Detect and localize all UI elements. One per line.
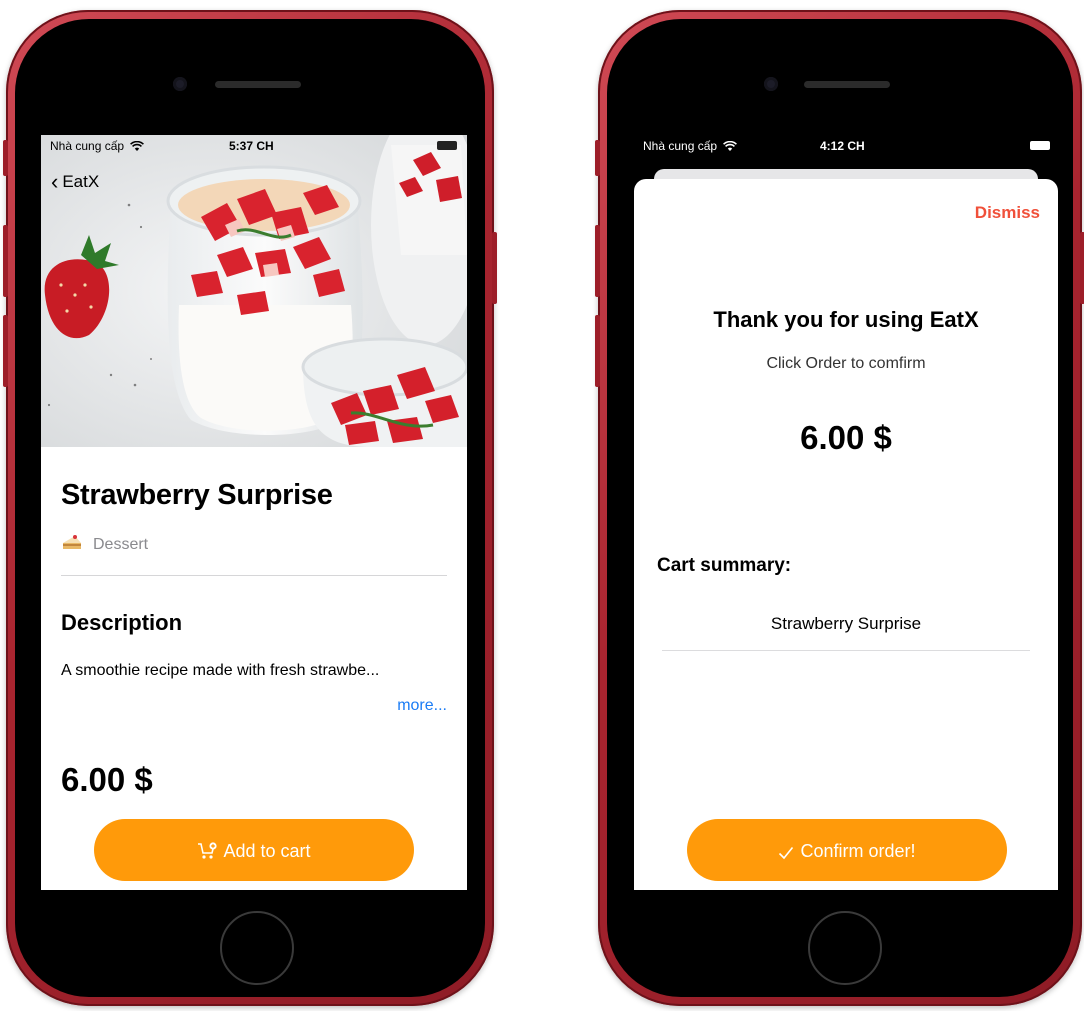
clock-label: 4:12 CH [820,139,865,153]
right-phone-frame: Nhà cung cấp 4:12 CH Dismiss Thank you f… [595,10,1084,1006]
wifi-icon [723,141,738,152]
battery-icon [1030,141,1050,150]
order-total: 6.00 $ [800,419,892,456]
wifi-icon [130,141,145,152]
description-heading: Description [61,610,183,635]
food-image [41,135,467,447]
carrier-label: Nhà cung cấp [643,139,718,153]
dismiss-button[interactable]: Dismiss [975,203,1040,223]
order-confirmation-screen: Nhà cung cấp 4:12 CH Dismiss Thank you f… [634,135,1058,890]
back-label: EatX [62,172,100,191]
phone-bezel: Nhà cung cấp 5:37 CH ‹ EatX Strawberry Su… [15,19,485,997]
description-text: A smoothie recipe made with fresh strawb… [61,662,380,679]
confirm-order-label: Confirm order! [800,841,916,861]
checkmark-icon [779,846,794,860]
confirm-instruction: Click Order to comfirm [766,355,926,372]
power-button [492,232,497,304]
category-row: Dessert [61,533,148,554]
chevron-left-icon: ‹ [51,169,59,194]
confirm-order-button[interactable]: Confirm order! [687,819,1007,881]
category-label: Dessert [93,536,149,553]
status-bar: Nhà cung cấp 4:12 CH [634,135,1058,157]
status-bar: Nhà cung cấp 5:37 CH [41,135,467,157]
phone-bezel: Nhà cung cấp 4:12 CH Dismiss Thank you f… [607,19,1073,997]
clock-label: 5:37 CH [229,139,274,153]
food-title: Strawberry Surprise [61,479,333,511]
cake-icon [63,535,81,549]
divider [61,575,447,576]
earpiece-speaker [804,81,890,88]
home-button[interactable] [220,911,294,985]
earpiece-speaker [215,81,301,88]
left-phone-frame: Nhà cung cấp 5:37 CH ‹ EatX Strawberry Su… [3,10,497,1006]
volume-down-button [595,315,600,387]
mute-switch [3,140,8,176]
back-button[interactable]: ‹ EatX [51,169,99,195]
volume-up-button [595,225,600,297]
cart-summary-heading: Cart summary: [657,555,792,576]
thank-you-heading: Thank you for using EatX [713,307,979,332]
mute-switch [595,140,600,176]
food-detail-screen: Nhà cung cấp 5:37 CH ‹ EatX Strawberry Su… [41,135,467,890]
more-link[interactable]: more... [397,697,447,715]
home-button[interactable] [808,911,882,985]
price-label: 6.00 $ [61,761,153,798]
volume-up-button [3,225,8,297]
carrier-label: Nhà cung cấp [50,139,125,153]
order-sheet: Dismiss Thank you for using EatX Click O… [634,179,1058,890]
battery-icon [437,141,457,150]
power-button [1080,232,1084,304]
front-camera [764,77,778,91]
volume-down-button [3,315,8,387]
cart-item: Strawberry Surprise [770,614,922,633]
add-to-cart-button[interactable]: Add to cart [94,819,414,881]
divider [662,650,1030,651]
front-camera [173,77,187,91]
cart-add-icon [198,842,218,859]
add-to-cart-label: Add to cart [223,841,311,861]
dessert-photo [41,135,467,447]
